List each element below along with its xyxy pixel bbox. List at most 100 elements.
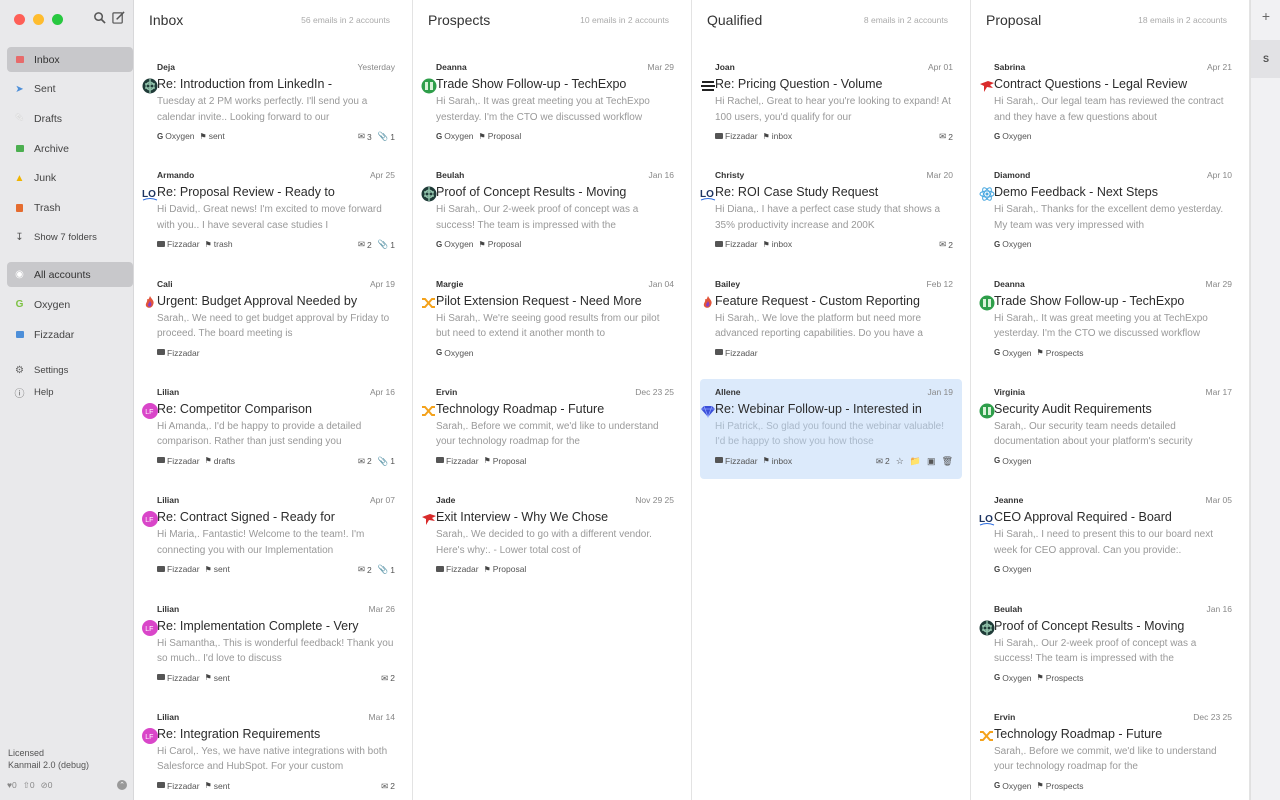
email-tag[interactable]: ⚑ Prospects bbox=[1037, 673, 1084, 683]
account-item-fizzadar[interactable]: Fizzadar bbox=[7, 322, 133, 347]
stripes-icon bbox=[700, 78, 716, 94]
tag-icon: ⚑ bbox=[762, 456, 770, 466]
email-tag[interactable]: ⚑ Proposal bbox=[484, 456, 527, 466]
compose-icon[interactable] bbox=[112, 11, 125, 24]
email-subject: Urgent: Budget Approval Needed by bbox=[157, 293, 358, 308]
email-tag[interactable]: ⚑ sent bbox=[205, 564, 230, 574]
email-tag[interactable]: Fizzadar bbox=[715, 456, 758, 466]
add-column-button[interactable]: + bbox=[1251, 8, 1280, 24]
email-tag[interactable]: Fizzadar bbox=[715, 131, 758, 141]
email-date: Apr 01 bbox=[927, 62, 953, 72]
email-card[interactable]: Virginia Mar 17 Security Audit Requirement… bbox=[979, 379, 1241, 479]
email-card[interactable]: Allene Jan 19 Re: Webinar Follow-up - Inte… bbox=[700, 378, 962, 479]
email-card[interactable]: Lilian Apr 07 LF Re: Contract Signed - Read… bbox=[142, 487, 404, 587]
email-tag[interactable]: ⚑ inbox bbox=[763, 456, 793, 466]
email-tags: Fizzadar ⚑ inbox bbox=[715, 239, 792, 249]
email-card[interactable]: Lilian Mar 26 LF Re: Implementation Complet… bbox=[142, 596, 404, 696]
email-tag[interactable]: ⚑ Prospects bbox=[1037, 781, 1084, 791]
sidebar-item-archive[interactable]: Archive bbox=[7, 136, 133, 161]
email-tag[interactable]: G Oxygen bbox=[436, 131, 474, 141]
sidebar-item-junk[interactable]: ▲ Junk bbox=[7, 166, 133, 191]
email-tag[interactable]: G Oxygen bbox=[436, 348, 474, 358]
email-tag[interactable]: G Oxygen bbox=[994, 456, 1032, 466]
email-tag[interactable]: ⚑ sent bbox=[205, 673, 230, 683]
sidebar-item-inbox[interactable]: Inbox bbox=[7, 47, 133, 72]
email-card[interactable]: Armando Apr 25 LO Re: Proposal Review - Rea… bbox=[142, 162, 404, 262]
email-tag[interactable]: G Oxygen bbox=[157, 131, 195, 141]
column-title[interactable]: Proposal bbox=[986, 12, 1041, 28]
close-window-button[interactable] bbox=[14, 14, 25, 25]
email-tag[interactable]: ⚑ inbox bbox=[763, 239, 793, 249]
column-title[interactable]: Inbox bbox=[149, 12, 183, 28]
email-card[interactable]: Christy Mar 20 LO Re: ROI Case Study Reques… bbox=[700, 162, 962, 262]
email-tag[interactable]: G Oxygen bbox=[994, 564, 1032, 574]
email-card[interactable]: Bailey Feb 12 Feature Request - Custom Rep… bbox=[700, 271, 962, 371]
email-tag[interactable]: Fizzadar bbox=[157, 781, 200, 791]
email-tags: G Oxygen bbox=[994, 239, 1032, 249]
email-card[interactable]: Sabrina Apr 21 Contract Questions - Legal … bbox=[979, 54, 1241, 154]
show-folders-link[interactable]: ↧ Show 7 folders bbox=[7, 225, 133, 250]
maximize-window-button[interactable] bbox=[52, 14, 63, 25]
email-tag[interactable]: G Oxygen bbox=[994, 348, 1032, 358]
email-card[interactable]: Jeanne Mar 05 LO CEO Approval Required - Bo… bbox=[979, 487, 1241, 587]
email-card[interactable]: Deanna Mar 29 Trade Show Follow-up - TechE… bbox=[421, 54, 683, 154]
attachment-count-value: 1 bbox=[390, 456, 395, 467]
email-tag[interactable]: Fizzadar bbox=[157, 239, 200, 249]
account-item-oxygen[interactable]: G Oxygen bbox=[7, 292, 133, 317]
sidebar-item-drafts[interactable]: ✎ Drafts bbox=[7, 106, 133, 131]
email-tag[interactable]: G Oxygen bbox=[994, 673, 1032, 683]
email-tag[interactable]: G Oxygen bbox=[436, 239, 474, 249]
email-card[interactable]: Joan Apr 01 Re: Pricing Question - Volume H… bbox=[700, 54, 962, 154]
email-card[interactable]: Jade Nov 29 25 Exit Interview - Why We Cho… bbox=[421, 487, 683, 587]
svg-text:LF: LF bbox=[145, 517, 153, 524]
email-tag[interactable]: ⚑ Proposal bbox=[479, 239, 522, 249]
column-title[interactable]: Qualified bbox=[707, 12, 762, 28]
archive-icon[interactable]: ▣ bbox=[927, 456, 936, 467]
email-card[interactable]: Deja Yesterday Re: Introduction from Linke… bbox=[142, 54, 404, 154]
star-icon[interactable]: ☆ bbox=[896, 456, 904, 467]
email-card[interactable]: Margie Jan 04 Pilot Extension Request - Ne… bbox=[421, 271, 683, 371]
email-tag[interactable]: ⚑ sent bbox=[200, 131, 225, 141]
email-card[interactable]: Cali Apr 19 Urgent: Budget Approval Needed… bbox=[142, 271, 404, 371]
email-tag[interactable]: ⚑ trash bbox=[205, 239, 233, 249]
column-title[interactable]: Prospects bbox=[428, 12, 490, 28]
email-card[interactable]: Deanna Mar 29 Trade Show Follow-up - TechE… bbox=[979, 271, 1241, 371]
email-card[interactable]: Lilian Apr 16 LF Re: Competitor Comparison H… bbox=[142, 379, 404, 479]
sidebar-item-sent[interactable]: ➤ Sent bbox=[7, 77, 133, 102]
email-date: Jan 16 bbox=[1206, 603, 1232, 614]
email-card[interactable]: Lilian Mar 14 LF Re: Integration Requiremen… bbox=[142, 704, 404, 800]
email-card[interactable]: Ervin Dec 23 25 Technology Roadmap - Futur… bbox=[979, 704, 1241, 800]
email-tag[interactable]: Fizzadar bbox=[157, 564, 200, 574]
email-tag[interactable]: Fizzadar bbox=[715, 348, 758, 358]
trash-icon[interactable]: 🗑 bbox=[942, 456, 953, 467]
email-tag[interactable]: ⚑ sent bbox=[205, 781, 230, 791]
email-tag[interactable]: G Oxygen bbox=[994, 781, 1032, 791]
email-tag-label: Prospects bbox=[1045, 780, 1084, 791]
account-avatar[interactable]: S bbox=[1251, 40, 1280, 78]
email-tag[interactable]: Fizzadar bbox=[157, 456, 200, 466]
email-tag[interactable]: Fizzadar bbox=[436, 456, 479, 466]
sidebar-item-trash[interactable]: Trash bbox=[7, 196, 133, 221]
email-tag[interactable]: G Oxygen bbox=[994, 131, 1032, 141]
search-icon[interactable] bbox=[93, 11, 106, 24]
email-tag[interactable]: ⚑ inbox bbox=[763, 131, 793, 141]
folder-icon[interactable]: 📁 bbox=[910, 456, 921, 467]
email-tag[interactable]: Fizzadar bbox=[157, 348, 200, 358]
email-tag[interactable]: Fizzadar bbox=[157, 673, 200, 683]
collapse-icon[interactable]: ⌃ bbox=[117, 780, 127, 790]
email-card[interactable]: Beulah Jan 16 Proof of Concept Results - M… bbox=[421, 162, 683, 262]
account-item-all-accounts[interactable]: ◉ All accounts bbox=[7, 262, 133, 287]
email-tag[interactable]: Fizzadar bbox=[436, 564, 479, 574]
email-tag[interactable]: Fizzadar bbox=[715, 239, 758, 249]
email-tag[interactable]: ⚑ drafts bbox=[205, 456, 235, 466]
email-tag[interactable]: G Oxygen bbox=[994, 239, 1032, 249]
help-link[interactable]: ⓘ Help bbox=[7, 380, 133, 405]
email-card[interactable]: Diamond Apr 10 Demo Feedback - Next Steps H… bbox=[979, 162, 1241, 262]
minimize-window-button[interactable] bbox=[33, 14, 44, 25]
email-card[interactable]: Ervin Dec 23 25 Technology Roadmap - Futur… bbox=[421, 379, 683, 479]
tag-icon: ⚑ bbox=[204, 781, 212, 791]
email-card[interactable]: Beulah Jan 16 Proof of Concept Results - M… bbox=[979, 596, 1241, 696]
email-tag[interactable]: ⚑ Prospects bbox=[1037, 348, 1084, 358]
email-tag[interactable]: ⚑ Proposal bbox=[484, 564, 527, 574]
email-tag[interactable]: ⚑ Proposal bbox=[479, 131, 522, 141]
